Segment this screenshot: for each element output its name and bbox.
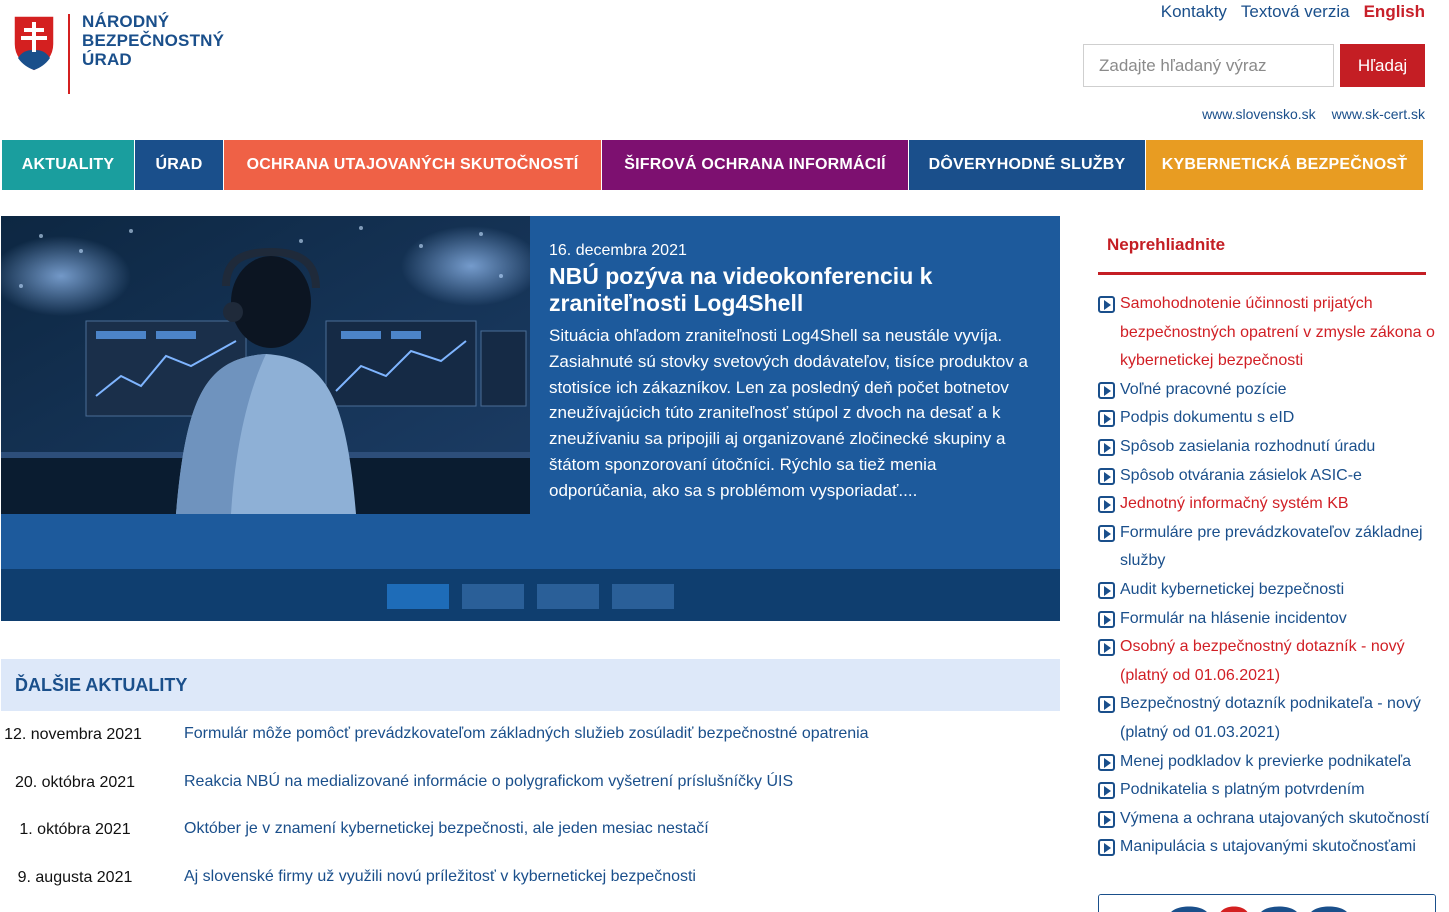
nav-kyberneticka-bezpecnost[interactable]: KYBERNETICKÁ BEZPEČNOSŤ [1146,140,1424,190]
slider-content: 16. decembra 2021 NBÚ pozýva na videokon… [549,242,1039,504]
sidebar-item-label: Podpis dokumentu s eID [1120,409,1295,427]
external-links: www.slovensko.sk www.sk-cert.sk [1202,106,1425,122]
sidebar-item-label: Podnikatelia s platným potvrdením [1120,781,1365,799]
news-date: 1. októbra 2021 [19,821,131,838]
news-title-link[interactable]: Reakcia NBÚ na medializované informácie … [184,773,793,791]
slider-dot[interactable] [387,584,449,609]
arrow-right-icon [1098,810,1115,828]
nav-doveryhodne-sluzby[interactable]: DÔVERYHODNÉ SLUŽBY [909,140,1146,190]
logo-line-2: BEZPEČNOSTNÝ [82,31,225,50]
sidebar-item-label: Jednotný informačný systém KB [1120,495,1349,513]
search-form: Hľadaj [1083,44,1425,87]
arrow-right-icon [1098,696,1115,714]
sidebar-item-label: Spôsob zasielania rozhodnutí úradu [1120,437,1376,455]
arrow-right-icon [1098,524,1115,542]
nav-sifrova-ochrana[interactable]: ŠIFROVÁ OCHRANA INFORMÁCIÍ [602,140,909,190]
arrow-right-icon [1098,639,1115,657]
slider-dot[interactable] [612,584,674,609]
sidebar-item[interactable]: Osobný a bezpečnostný dotazník - nový (p… [1098,633,1438,690]
arrow-right-icon [1098,753,1115,771]
arrow-right-icon [1098,610,1115,628]
sidebar-item-label: Samohodnotenie účinnosti prijatých bezpe… [1120,295,1435,370]
slider-dot[interactable] [462,584,524,609]
text-version-link[interactable]: Textová verzia [1241,2,1350,22]
logo-text: NÁRODNÝ BEZPEČNOSTNÝ ÚRAD [82,12,224,69]
sidebar-item[interactable]: Jednotný informačný systém KB [1098,490,1438,519]
contacts-link[interactable]: Kontakty [1161,2,1227,22]
logo-line-1: NÁRODNÝ [82,12,170,31]
arrow-right-icon [1098,467,1115,485]
news-date: 9. augusta 2021 [17,869,133,886]
sidebar-heading-box: Neprehliadnite [1098,216,1426,275]
arrow-right-icon [1098,839,1115,857]
sidebar-item[interactable]: Spôsob zasielania rozhodnutí úradu [1098,433,1438,462]
sidebar-item-label: Osobný a bezpečnostný dotazník - nový (p… [1120,638,1405,684]
site-logo[interactable]: NÁRODNÝ BEZPEČNOSTNÝ ÚRAD [12,12,224,94]
sidebar-item-label: Manipulácia s utajovanými skutočnosťami [1120,838,1416,856]
logo-line-3: ÚRAD [82,50,132,69]
slider-date: 16. decembra 2021 [549,242,687,259]
coat-of-arms-icon [13,15,55,72]
news-title-link[interactable]: Formulár môže pomôcť prevádzkovateľom zá… [184,725,869,743]
english-link[interactable]: English [1364,2,1425,22]
slider-image[interactable] [1,216,530,514]
news-date: 20. októbra 2021 [14,774,136,791]
sidebar-item[interactable]: Menej podkladov k previerke podnikateľa [1098,748,1438,777]
sidebar-item-label: Menej podkladov k previerke podnikateľa [1120,752,1412,770]
sk-cert-banner[interactable] [1098,894,1436,912]
sidebar-item[interactable]: Voľné pracovné pozície [1098,376,1438,405]
arrow-right-icon [1098,296,1115,313]
arrow-right-icon [1098,438,1115,456]
slovensko-link[interactable]: www.slovensko.sk [1202,106,1316,122]
more-news-heading: ĎALŠIE AKTUALITY [1,659,1060,711]
sidebar-item[interactable]: Samohodnotenie účinnosti prijatých bezpe… [1098,290,1438,376]
main-nav: AKTUALITY ÚRAD OCHRANA UTAJOVANÝCH SKUTO… [2,140,1424,190]
sidebar-item[interactable]: Podnikatelia s platným potvrdením [1098,776,1438,805]
search-input[interactable] [1083,44,1334,87]
sidebar-item[interactable]: Audit kybernetickej bezpečnosti [1098,576,1438,605]
sidebar-item-label: Bezpečnostný dotazník podnikateľa - nový… [1120,695,1421,741]
slider-body: Situácia ohľadom zraniteľnosti Log4Shell… [549,326,1029,500]
news-slider: 16. decembra 2021 NBÚ pozýva na videokon… [1,216,1060,621]
sidebar-heading: Neprehliadnite [1107,235,1226,254]
sidebar-item[interactable]: Formuláre pre prevádzkovateľov základnej… [1098,519,1438,576]
nav-aktuality[interactable]: AKTUALITY [2,140,135,190]
sidebar-item-label: Formulár na hlásenie incidentov [1120,609,1347,627]
sidebar-item-label: Formuláre pre prevádzkovateľov základnej… [1120,523,1423,570]
nav-ochrana-utajovanych[interactable]: OCHRANA UTAJOVANÝCH SKUTOČNOSTÍ [224,140,602,190]
slider-dots [387,584,674,609]
arrow-right-icon [1098,581,1115,599]
search-button[interactable]: Hľadaj [1340,44,1425,87]
sidebar-item-label: Spôsob otvárania zásielok ASIC-e [1120,466,1362,484]
sidebar-item-label: Audit kybernetickej bezpečnosti [1120,580,1345,598]
arrow-right-icon [1098,410,1115,428]
slider-controls [1,569,1060,621]
sk-cert-link[interactable]: www.sk-cert.sk [1332,106,1425,122]
top-links: Kontakty Textová verzia English [1161,2,1425,22]
slider-dot[interactable] [537,584,599,609]
arrow-right-icon [1098,496,1115,514]
sidebar-item[interactable]: Bezpečnostný dotazník podnikateľa - nový… [1098,690,1438,747]
arrow-right-icon [1098,782,1115,800]
sidebar-item[interactable]: Podpis dokumentu s eID [1098,404,1438,433]
logo-divider [68,14,70,94]
slider-title[interactable]: NBÚ pozýva na videokonferenciu k zranite… [549,263,1039,317]
news-title-link[interactable]: Aj slovenské firmy už využili novú príle… [184,868,696,886]
news-date: 12. novembra 2021 [4,726,142,743]
nav-urad[interactable]: ÚRAD [135,140,224,190]
sidebar-item[interactable]: Formulár na hlásenie incidentov [1098,605,1438,634]
arrow-right-icon [1098,381,1115,399]
sidebar-item[interactable]: Výmena a ochrana utajovaných skutočností [1098,805,1438,834]
sidebar-item-label: Výmena a ochrana utajovaných skutočností [1120,809,1430,827]
sidebar-item[interactable]: Spôsob otvárania zásielok ASIC-e [1098,462,1438,491]
news-title-link[interactable]: Október je v znamení kybernetickej bezpe… [184,820,709,838]
sk-cert-logo-icon [1099,895,1435,912]
sidebar-item-label: Voľné pracovné pozície [1120,380,1287,398]
sidebar-item[interactable]: Manipulácia s utajovanými skutočnosťami [1098,833,1438,862]
sidebar-list: Samohodnotenie účinnosti prijatých bezpe… [1098,290,1438,862]
